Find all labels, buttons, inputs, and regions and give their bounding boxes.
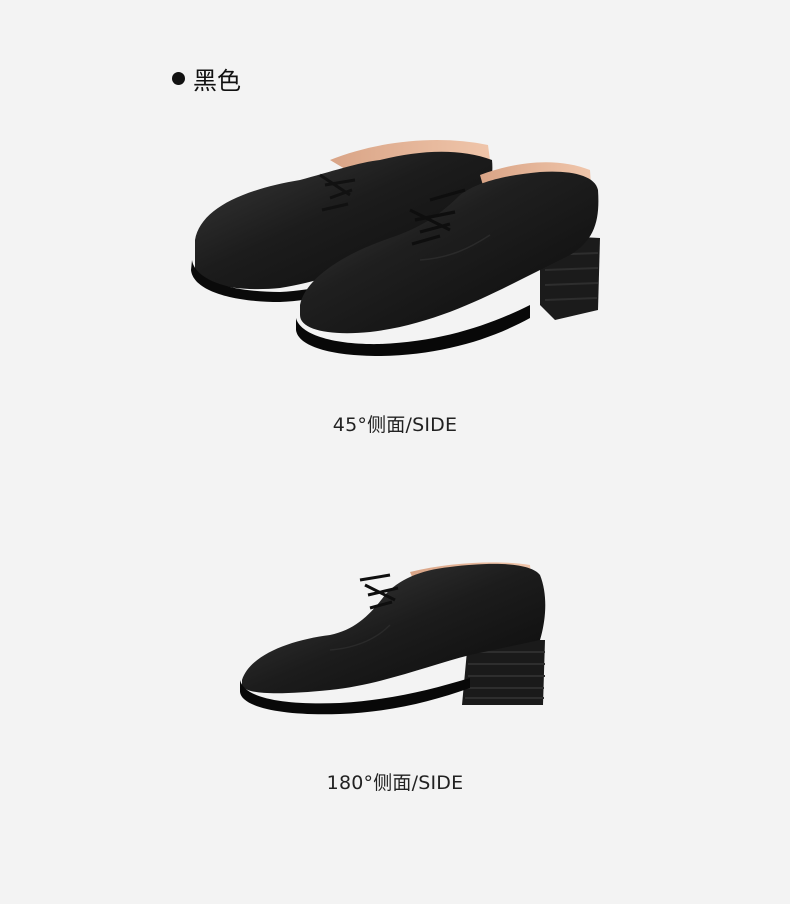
color-variant-label: 黑色: [172, 60, 241, 96]
shoe-photo-45-degree: [0, 120, 790, 370]
shoe-photo-180-degree: [0, 540, 790, 740]
view-caption-180: 180°侧面/SIDE: [326, 772, 464, 794]
view-caption-45: 45°侧面/SIDE: [332, 414, 458, 436]
side-shoe: [240, 562, 546, 715]
color-name-text: 黑色: [193, 66, 241, 95]
bullet-icon: [172, 71, 185, 85]
